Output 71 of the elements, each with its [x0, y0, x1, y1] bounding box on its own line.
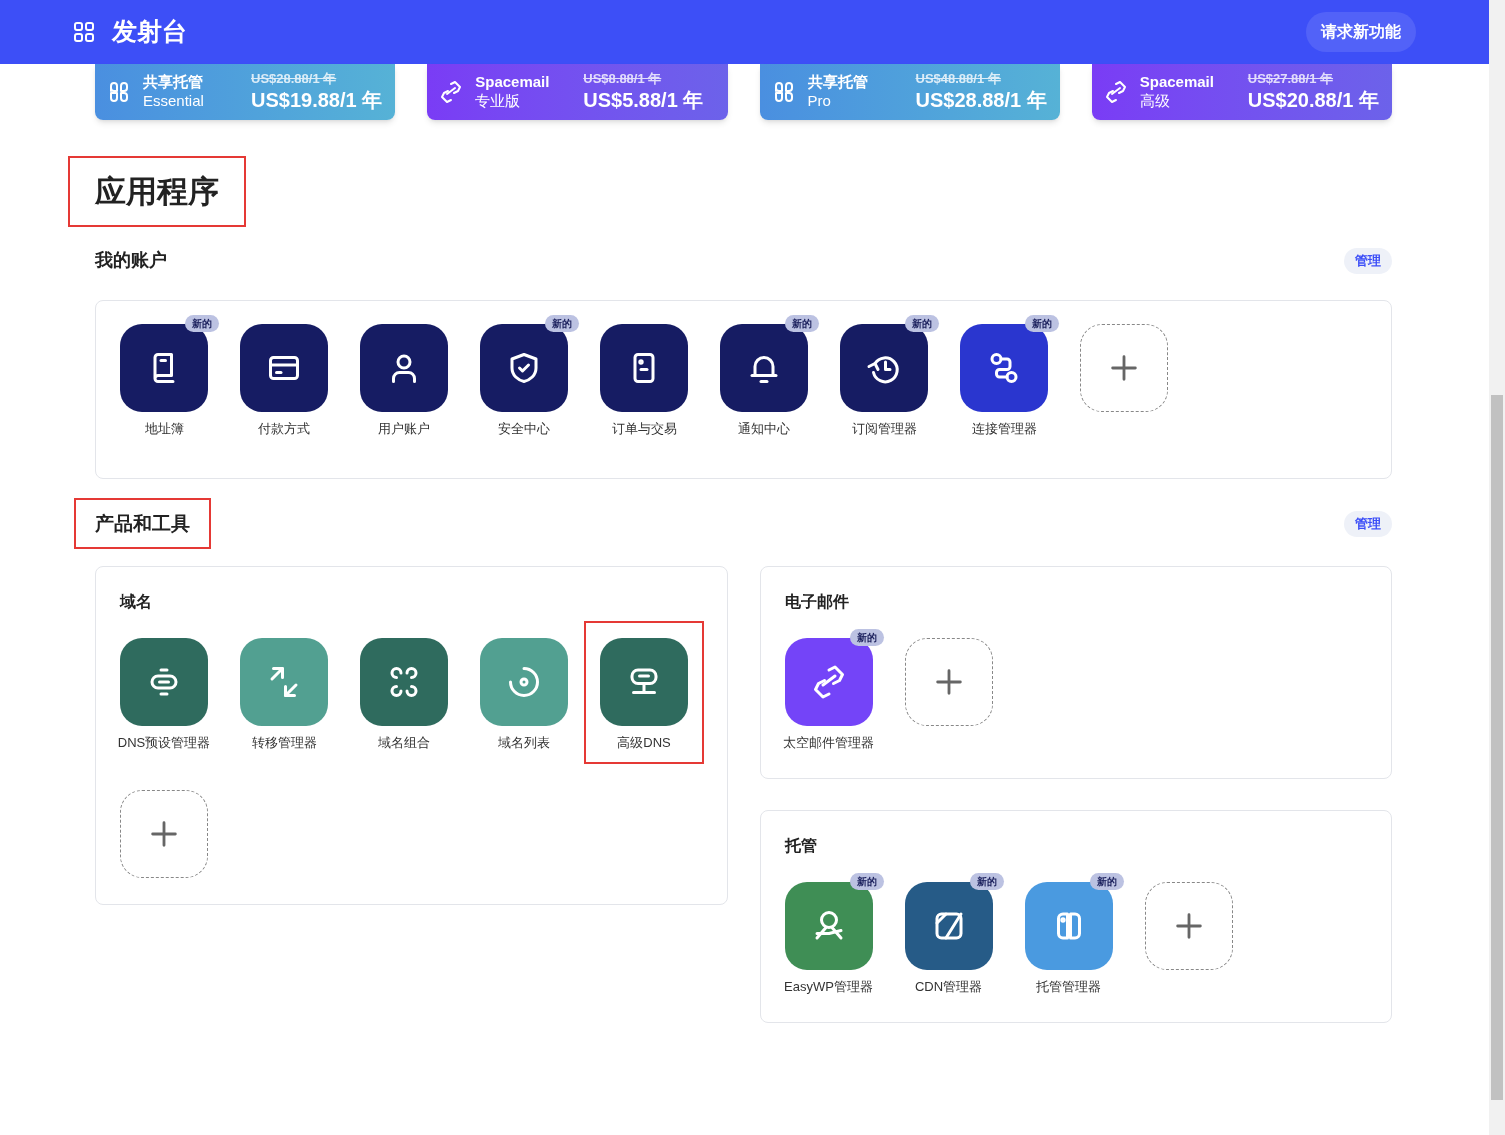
promo-card[interactable]: 共享托管 Pro US$48.88/1 年 US$28.88/1 年	[759, 64, 1060, 120]
app-label: 订单与交易	[611, 420, 677, 438]
subsection-title: 我的账户	[95, 249, 167, 272]
app-label: 太空邮件管理器	[783, 734, 874, 752]
section-title: 产品和工具	[95, 514, 190, 533]
promo-card[interactable]: Spacemail 专业版 US$8.88/1 年 US$5.88/1 年	[427, 64, 728, 120]
promo-name: Spacemail	[475, 73, 551, 92]
app-label: EasyWP管理器	[784, 978, 873, 996]
app-tile[interactable]	[480, 638, 568, 726]
new-badge: 新的	[969, 873, 1004, 890]
group-title: 域名	[120, 592, 153, 612]
app-label: DNS预设管理器	[117, 734, 211, 752]
promo-name: 共享托管	[807, 73, 869, 92]
target-icon	[506, 664, 542, 700]
new-badge: 新的	[1089, 873, 1124, 890]
add-app-button[interactable]	[904, 638, 993, 726]
app-label: 连接管理器	[971, 420, 1037, 438]
app-label: 域名列表	[498, 734, 550, 752]
app-label: 域名组合	[378, 734, 430, 752]
app-tile[interactable]	[360, 638, 448, 726]
old-price: US$8.88/1 年	[583, 71, 663, 88]
app-title: 发射台	[112, 16, 188, 48]
promo-card[interactable]: 共享托管 Essential US$28.88/1 年 US$19.88/1 年	[95, 64, 396, 120]
promo-plan: Essential	[143, 92, 205, 111]
old-price: US$48.88/1 年	[915, 71, 1002, 88]
new-badge: 新的	[545, 315, 579, 332]
new-badge: 新的	[185, 315, 219, 332]
app-label: 地址簿	[144, 420, 184, 438]
promo-name: 共享托管	[143, 73, 204, 92]
add-app-button[interactable]	[1080, 324, 1168, 412]
new-badge: 新的	[849, 873, 884, 890]
add-app-button[interactable]	[120, 790, 208, 878]
app-tile[interactable]	[240, 638, 328, 726]
app-label: 通知中心	[738, 420, 790, 438]
promo-price: US$5.88/1 年	[583, 87, 704, 113]
app-label: 订阅管理器	[851, 420, 917, 438]
section-title: 应用程序	[95, 176, 219, 207]
new-badge: 新的	[905, 315, 939, 332]
new-badge: 新的	[849, 629, 884, 646]
group-title: 电子邮件	[784, 592, 850, 612]
promo-card[interactable]: Spacemail 高级 US$27.88/1 年 US$20.88/1 年	[1091, 64, 1392, 120]
app-label: 付款方式	[258, 420, 310, 438]
new-badge: 新的	[785, 315, 819, 332]
app-label: 高级DNS	[617, 734, 671, 752]
add-app-button[interactable]	[1144, 882, 1233, 970]
app-label: CDN管理器	[914, 978, 983, 996]
promo-name: Spacemail	[1139, 73, 1215, 92]
app-tile[interactable]	[600, 638, 688, 726]
manage-button[interactable]: 管理	[1344, 247, 1392, 274]
promo-plan: 高级	[1139, 92, 1171, 111]
app-tile[interactable]	[120, 638, 208, 726]
old-price: US$28.88/1 年	[251, 71, 338, 88]
promo-plan: Pro	[807, 92, 832, 111]
app-label: 用户账户	[378, 420, 430, 438]
rounded-squares-icon	[107, 80, 131, 104]
new-badge: 新的	[1025, 315, 1059, 332]
app-tile[interactable]	[240, 324, 328, 412]
old-price: US$27.88/1 年	[1247, 71, 1335, 88]
app-tile[interactable]	[360, 324, 448, 412]
app-label: 托管管理器	[1036, 978, 1101, 996]
grid-icon	[72, 20, 96, 44]
manage-button[interactable]: 管理	[1344, 510, 1392, 537]
request-feature-button[interactable]: 请求新功能	[1306, 12, 1416, 52]
group-title: 托管	[784, 836, 818, 856]
app-tile[interactable]	[600, 324, 688, 412]
app-label: 安全中心	[498, 420, 550, 438]
app-label: 转移管理器	[251, 734, 317, 752]
promo-price: US$28.88/1 年	[915, 87, 1047, 113]
promo-plan: 专业版	[475, 92, 522, 111]
promo-price: US$20.88/1 年	[1247, 87, 1379, 113]
promo-price: US$19.88/1 年	[251, 87, 383, 113]
